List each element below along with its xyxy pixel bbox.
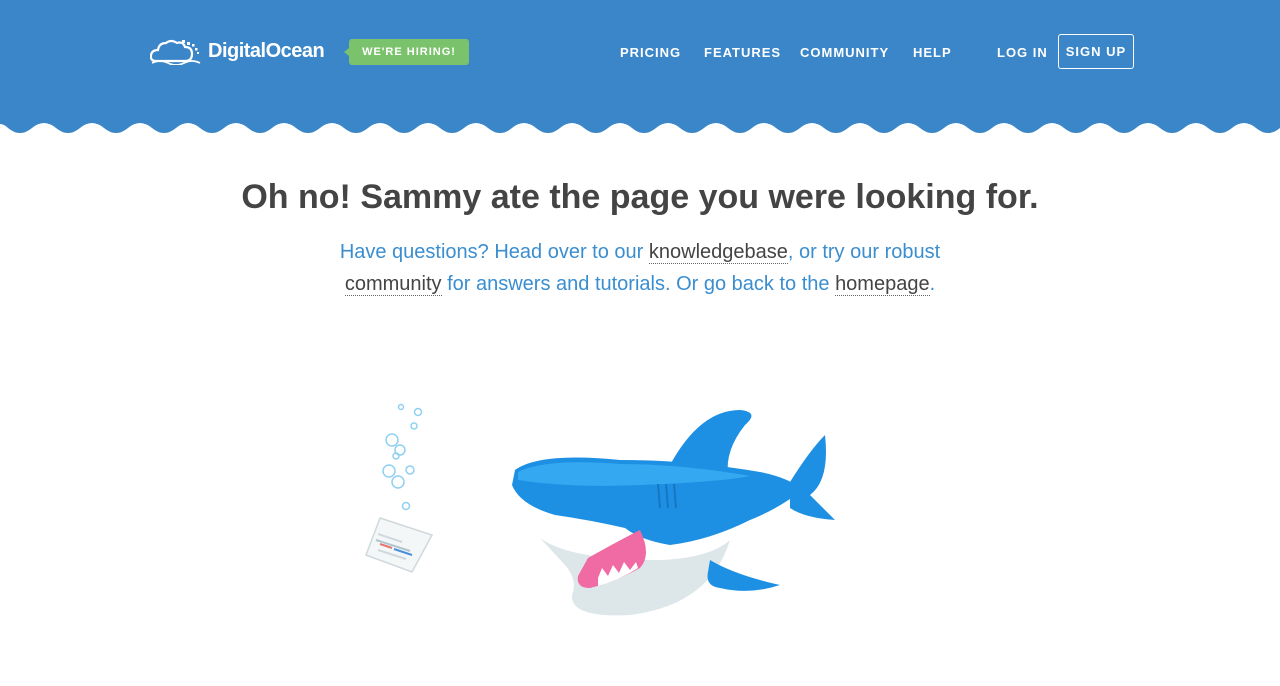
knowledgebase-link[interactable]: knowledgebase — [648, 241, 788, 264]
shark-illustration — [365, 403, 835, 616]
message-text-2: , or try our robust — [787, 241, 941, 263]
nav-pricing-link[interactable]: PRICING — [620, 45, 681, 60]
paper-page-illustration — [365, 517, 434, 573]
community-link[interactable]: community — [344, 273, 442, 296]
message-text-3: for answers and tutorials. Or go back to… — [441, 273, 836, 295]
nav-help-link[interactable]: HELP — [913, 45, 952, 60]
digitalocean-logo[interactable]: DigitalOcean — [150, 36, 325, 66]
message-text-4: . — [929, 273, 936, 295]
hiring-badge-button[interactable]: WE'RE HIRING! — [349, 39, 469, 65]
nav-features-link[interactable]: FEATURES — [704, 45, 781, 60]
message-text-1: Have questions? Head over to our — [339, 241, 649, 263]
homepage-link[interactable]: homepage — [835, 273, 930, 296]
bubbles-illustration — [382, 403, 423, 511]
site-header: DigitalOcean WE'RE HIRING! PRICING FEATU… — [0, 0, 1280, 140]
brand-name: DigitalOcean — [208, 39, 325, 62]
login-link[interactable]: LOG IN — [997, 45, 1048, 60]
signup-button[interactable]: SIGN UP — [1058, 34, 1134, 69]
error-message: Have questions? Head over to our knowled… — [290, 236, 990, 300]
nav-community-link[interactable]: COMMUNITY — [800, 45, 889, 60]
cloud-logo-icon — [150, 39, 201, 65]
header-wave-background — [0, 0, 1280, 133]
page-headline: Oh no! Sammy ate the page you were looki… — [241, 178, 1039, 216]
